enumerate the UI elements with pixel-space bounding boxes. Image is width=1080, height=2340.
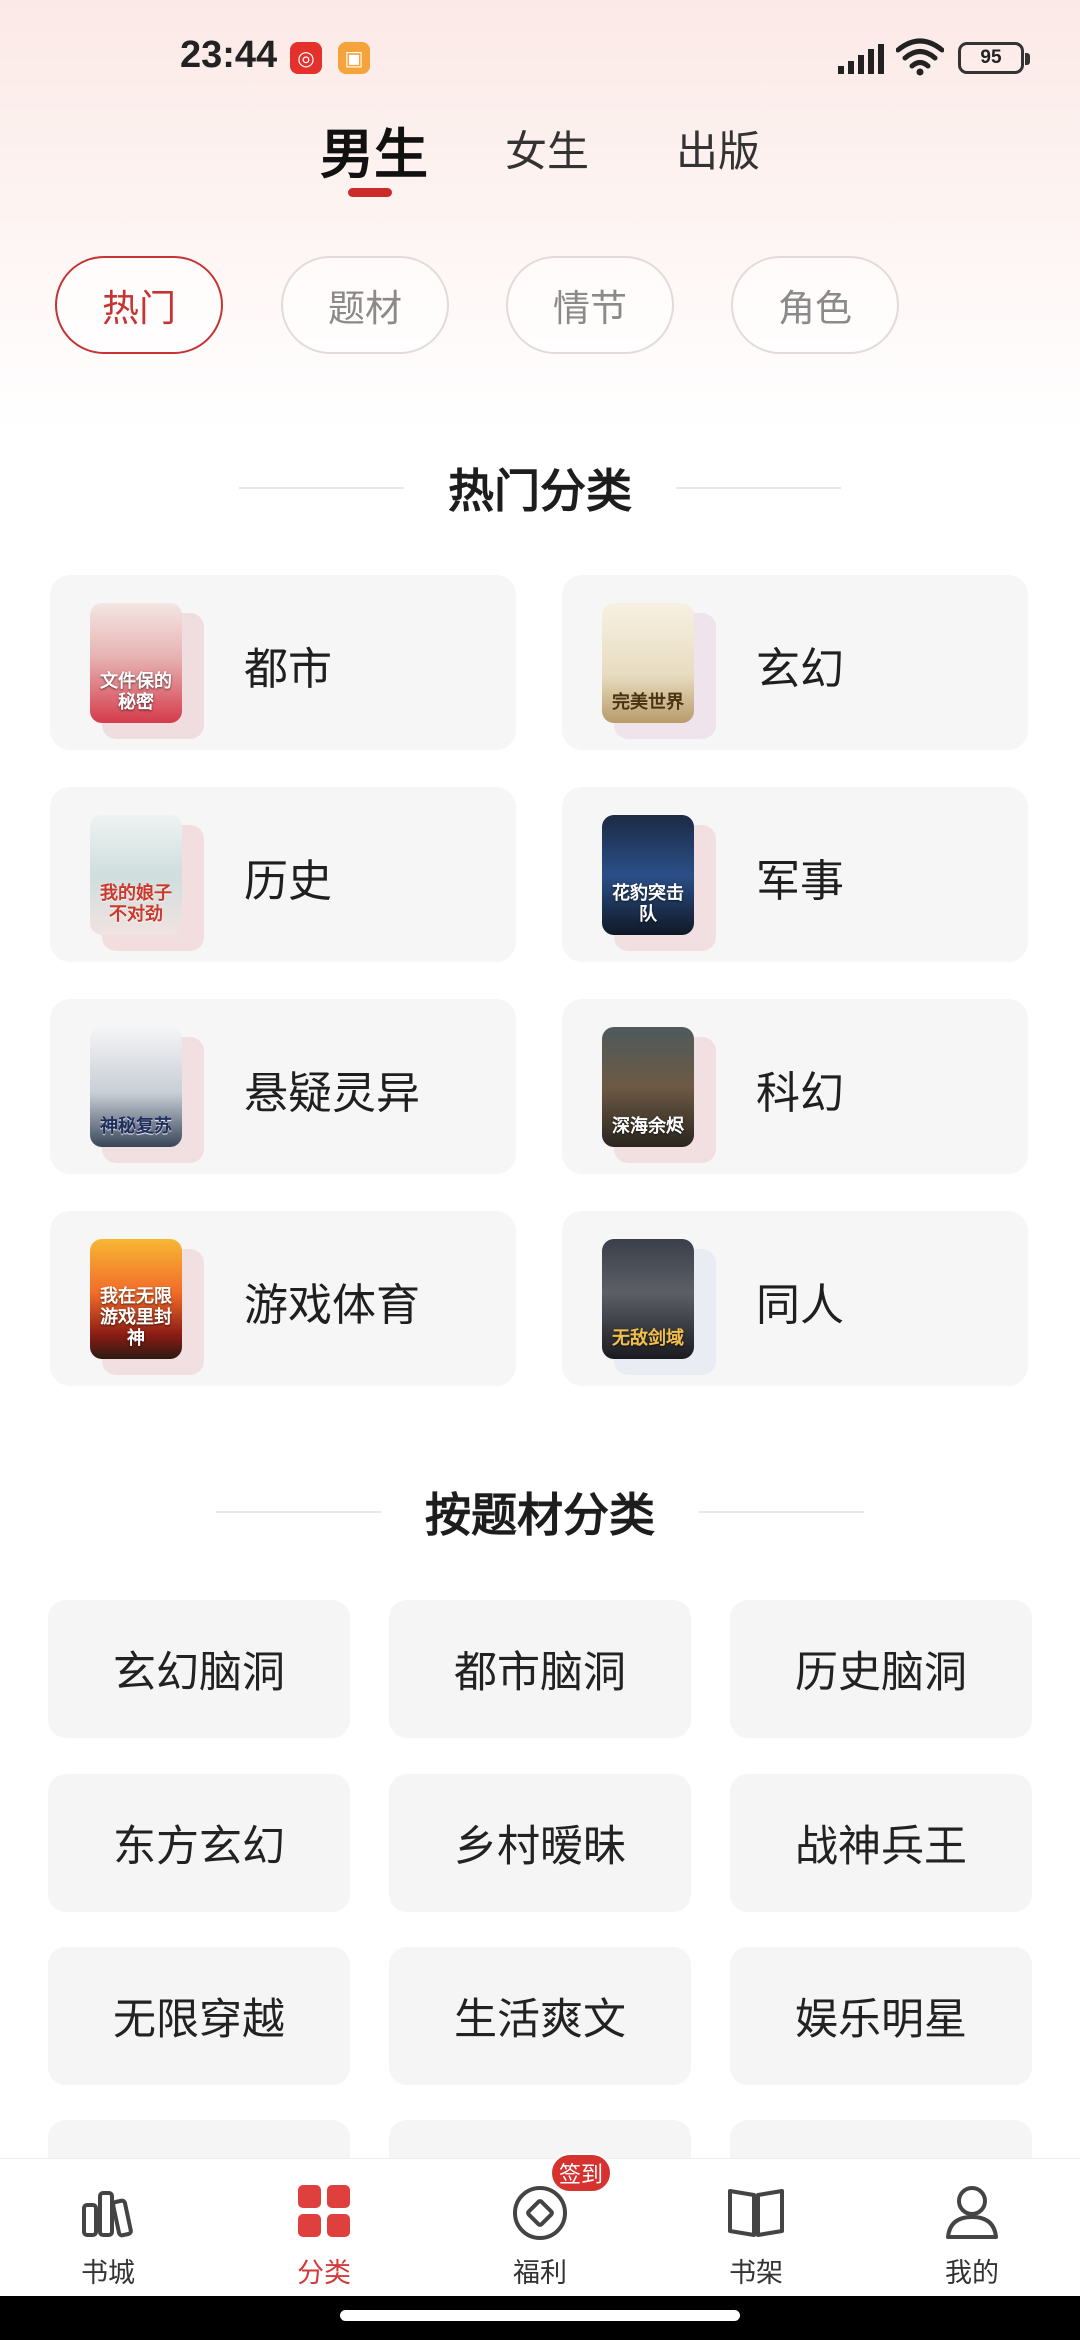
book-cover: 文件保的秘密 <box>90 603 182 723</box>
bookshelf-icon <box>728 2189 784 2237</box>
divider <box>699 1511 864 1513</box>
genre-item[interactable]: 历史脑洞 <box>730 1600 1032 1738</box>
status-bar: 23:44 ◎ ▣ 95 <box>0 0 1080 120</box>
category-card-military[interactable]: 花豹突击队 军事 <box>562 787 1028 962</box>
tab-male[interactable]: 男生 <box>320 110 428 189</box>
bookstore-icon <box>82 2191 133 2238</box>
nav-label: 书城 <box>81 2258 135 2289</box>
netease-music-icon: ◎ <box>290 42 322 74</box>
notification-app-icon: ▣ <box>338 42 370 74</box>
genre-item[interactable]: 乡村暧昧 <box>389 1774 691 1912</box>
battery-indicator: 95 <box>958 42 1030 74</box>
filter-hot[interactable]: 热门 <box>55 256 223 354</box>
nav-label: 福利 <box>513 2258 567 2289</box>
category-icon <box>298 2185 350 2237</box>
cover-title: 文件保的秘密 <box>100 671 172 713</box>
category-card-mystery[interactable]: 神秘复苏 悬疑灵异 <box>50 999 516 1174</box>
cover-title: 无敌剑域 <box>612 1328 684 1349</box>
nav-label: 分类 <box>297 2258 351 2289</box>
cover-title: 深海余烬 <box>612 1116 684 1137</box>
book-cover: 深海余烬 <box>602 1027 694 1147</box>
category-label: 军事 <box>756 856 844 907</box>
genre-item[interactable]: 都市脑洞 <box>389 1600 691 1738</box>
divider <box>676 487 841 489</box>
filter-role[interactable]: 角色 <box>731 256 899 354</box>
profile-icon <box>946 2186 998 2239</box>
category-card-fanfic[interactable]: 无敌剑域 同人 <box>562 1211 1028 1386</box>
book-cover: 无敌剑域 <box>602 1239 694 1359</box>
nav-bookstore[interactable]: 书城 <box>28 2159 188 2297</box>
signal-icon <box>838 44 884 74</box>
category-label: 科幻 <box>756 1068 844 1119</box>
nav-category[interactable]: 分类 <box>244 2159 404 2297</box>
gesture-bar <box>0 2296 1080 2340</box>
category-card-fantasy[interactable]: 完美世界 玄幻 <box>562 575 1028 750</box>
category-card-urban[interactable]: 文件保的秘密 都市 <box>50 575 516 750</box>
nav-label: 我的 <box>945 2258 999 2289</box>
book-cover: 花豹突击队 <box>602 815 694 935</box>
category-label: 同人 <box>756 1280 844 1331</box>
tab-female[interactable]: 女生 <box>505 118 589 179</box>
status-time: 23:44 <box>180 34 278 76</box>
book-cover: 完美世界 <box>602 603 694 723</box>
section-title: 热门分类 <box>448 464 632 518</box>
category-card-history[interactable]: 我的娘子不对劲 历史 <box>50 787 516 962</box>
category-card-games-sports[interactable]: 我在无限游戏里封神 游戏体育 <box>50 1211 516 1386</box>
category-label: 游戏体育 <box>244 1280 420 1331</box>
genre-item[interactable]: 娱乐明星 <box>730 1947 1032 2085</box>
book-cover: 我在无限游戏里封神 <box>90 1239 182 1359</box>
tab-published[interactable]: 出版 <box>676 118 760 179</box>
wifi-icon <box>896 38 944 76</box>
home-indicator[interactable] <box>340 2310 740 2321</box>
cover-title: 完美世界 <box>612 692 684 713</box>
nav-label: 书架 <box>729 2258 783 2289</box>
category-label: 悬疑灵异 <box>244 1068 420 1119</box>
genre-item[interactable]: 东方玄幻 <box>48 1774 350 1912</box>
category-card-scifi[interactable]: 深海余烬 科幻 <box>562 999 1028 1174</box>
nav-bookshelf[interactable]: 书架 <box>676 2159 836 2297</box>
section-title: 按题材分类 <box>425 1488 655 1542</box>
nav-welfare[interactable]: 签到 福利 <box>460 2153 620 2297</box>
nav-profile[interactable]: 我的 <box>892 2159 1052 2297</box>
gender-tabs: 男生 女生 出版 <box>0 118 1080 208</box>
hot-categories-header: 热门分类 <box>0 458 1080 518</box>
genre-item[interactable]: 无限穿越 <box>48 1947 350 2085</box>
active-tab-indicator <box>348 188 392 197</box>
cover-title: 神秘复苏 <box>100 1116 172 1137</box>
divider <box>239 487 404 489</box>
genre-item[interactable]: 玄幻脑洞 <box>48 1600 350 1738</box>
genre-categories-header: 按题材分类 <box>0 1482 1080 1542</box>
category-label: 玄幻 <box>756 644 844 695</box>
filter-theme[interactable]: 题材 <box>281 256 449 354</box>
filter-plot[interactable]: 情节 <box>506 256 674 354</box>
cover-title: 我在无限游戏里封神 <box>100 1286 172 1349</box>
divider <box>216 1511 381 1513</box>
category-label: 历史 <box>244 856 332 907</box>
book-cover: 神秘复苏 <box>90 1027 182 1147</box>
genre-item[interactable]: 战神兵王 <box>730 1774 1032 1912</box>
cover-title: 我的娘子不对劲 <box>100 883 172 925</box>
book-cover: 我的娘子不对劲 <box>90 815 182 935</box>
bottom-nav: 书城 分类 签到 福利 书架 我的 <box>0 2153 1080 2297</box>
genre-item[interactable]: 生活爽文 <box>389 1947 691 2085</box>
category-label: 都市 <box>244 644 332 695</box>
sign-in-badge[interactable]: 签到 <box>550 2153 612 2193</box>
cover-title: 花豹突击队 <box>612 883 684 925</box>
